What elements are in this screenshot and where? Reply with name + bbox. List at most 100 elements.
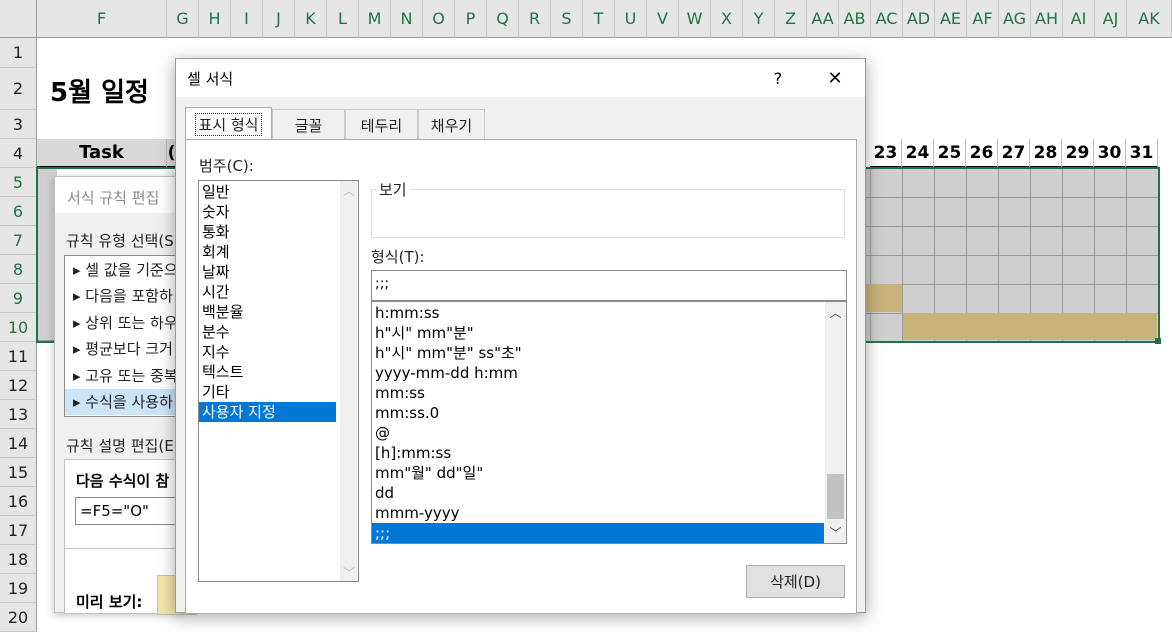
category-item[interactable]: 분수: [199, 322, 336, 342]
scrollbar-thumb[interactable]: [827, 474, 844, 519]
column-header[interactable]: J: [263, 0, 295, 38]
category-item[interactable]: 사용자 지정: [199, 402, 336, 422]
row-header[interactable]: 13: [0, 400, 37, 429]
scroll-up-icon[interactable]: ︿: [340, 181, 358, 199]
category-item[interactable]: 통화: [199, 222, 336, 242]
category-scrollbar[interactable]: ︿ ﹀: [340, 181, 358, 581]
rule-type-item[interactable]: ▸ 셀 값을 기준으: [65, 256, 193, 283]
row-header[interactable]: 14: [0, 429, 37, 458]
category-item[interactable]: 회계: [199, 242, 336, 262]
tab-border[interactable]: 테두리: [345, 109, 418, 140]
row-header[interactable]: 7: [0, 226, 37, 255]
column-header[interactable]: F: [37, 0, 167, 38]
delete-button[interactable]: 삭제(D): [746, 565, 845, 598]
column-header[interactable]: H: [199, 0, 231, 38]
column-header[interactable]: L: [327, 0, 359, 38]
row-header[interactable]: 6: [0, 197, 37, 226]
scroll-down-icon[interactable]: ﹀: [825, 522, 846, 542]
column-header[interactable]: AH: [1031, 0, 1063, 38]
column-header[interactable]: Y: [743, 0, 775, 38]
row-header[interactable]: 17: [0, 516, 37, 545]
format-item[interactable]: h:mm:ss: [372, 303, 824, 323]
column-header[interactable]: AB: [839, 0, 871, 38]
format-item[interactable]: mmm-yyyy: [372, 503, 824, 523]
scroll-up-icon[interactable]: ︿: [825, 302, 846, 322]
row-header[interactable]: 20: [0, 603, 37, 632]
column-header[interactable]: AA: [807, 0, 839, 38]
column-header[interactable]: U: [615, 0, 647, 38]
row-header[interactable]: 9: [0, 284, 37, 313]
column-header[interactable]: P: [455, 0, 487, 38]
row-header[interactable]: 4: [0, 139, 37, 168]
column-header[interactable]: AF: [967, 0, 999, 38]
column-header[interactable]: K: [295, 0, 327, 38]
row-header[interactable]: 2: [0, 68, 37, 110]
dialog-titlebar[interactable]: 셀 서식 ? ✕: [176, 59, 865, 97]
row-header[interactable]: 3: [0, 110, 37, 139]
row-header[interactable]: 18: [0, 545, 37, 574]
type-input[interactable]: ;;;: [371, 270, 847, 301]
category-list[interactable]: 일반 숫자 통화 회계 날짜 시간 백분율 분수 지수 텍스트 기타 사용자 지정 ︿ ﹀: [198, 180, 359, 582]
column-header[interactable]: Z: [775, 0, 807, 38]
category-item[interactable]: 날짜: [199, 262, 336, 282]
format-item[interactable]: h"시" mm"분": [372, 323, 824, 343]
column-header[interactable]: AC: [871, 0, 903, 38]
column-header[interactable]: T: [583, 0, 615, 38]
format-item[interactable]: mm:ss.0: [372, 403, 824, 423]
column-header[interactable]: AE: [935, 0, 967, 38]
row-header[interactable]: 15: [0, 458, 37, 487]
category-item[interactable]: 시간: [199, 282, 336, 302]
column-header[interactable]: G: [167, 0, 199, 38]
rule-type-item[interactable]: ▸ 고유 또는 중복: [65, 362, 193, 389]
column-header[interactable]: AK: [1127, 0, 1172, 38]
format-item[interactable]: @: [372, 423, 824, 443]
row-header[interactable]: 10: [0, 313, 37, 342]
format-scrollbar[interactable]: ︿ ﹀: [825, 302, 846, 543]
row-header[interactable]: 19: [0, 574, 37, 603]
rule-type-item[interactable]: ▸ 수식을 사용하: [65, 388, 193, 415]
help-icon[interactable]: ?: [764, 65, 792, 91]
column-header[interactable]: AJ: [1095, 0, 1127, 38]
category-item[interactable]: 백분율: [199, 302, 336, 322]
column-header[interactable]: M: [359, 0, 391, 38]
category-item[interactable]: 지수: [199, 342, 336, 362]
format-item[interactable]: ;;;: [372, 523, 824, 543]
rule-type-item[interactable]: ▸ 상위 또는 하우: [65, 309, 193, 336]
row-header[interactable]: 8: [0, 255, 37, 284]
column-header[interactable]: AG: [999, 0, 1031, 38]
tab-font[interactable]: 글꼴: [272, 109, 345, 140]
format-item[interactable]: yyyy-mm-dd h:mm: [372, 363, 824, 383]
format-item[interactable]: h"시" mm"분" ss"초": [372, 343, 824, 363]
column-header[interactable]: Q: [487, 0, 519, 38]
rule-type-item[interactable]: ▸ 평균보다 크거: [65, 336, 193, 363]
category-item[interactable]: 일반: [199, 182, 336, 202]
row-header[interactable]: 16: [0, 487, 37, 516]
row-header[interactable]: 1: [0, 38, 37, 68]
category-item[interactable]: 숫자: [199, 202, 336, 222]
column-header[interactable]: V: [647, 0, 679, 38]
column-header[interactable]: I: [231, 0, 263, 38]
close-icon[interactable]: ✕: [818, 65, 852, 91]
select-all-corner[interactable]: [0, 0, 37, 38]
format-item[interactable]: mm"월" dd"일": [372, 463, 824, 483]
row-header[interactable]: 5: [0, 168, 37, 197]
row-header[interactable]: 12: [0, 371, 37, 400]
row-header[interactable]: 11: [0, 342, 37, 371]
rule-type-item[interactable]: ▸ 다음을 포함하: [65, 283, 193, 310]
format-item[interactable]: [h]:mm:ss: [372, 443, 824, 463]
column-header[interactable]: W: [679, 0, 711, 38]
category-item[interactable]: 기타: [199, 382, 336, 402]
tab-number[interactable]: 표시 형식: [185, 107, 272, 140]
column-header[interactable]: AD: [903, 0, 935, 38]
fill-handle[interactable]: [1155, 338, 1161, 344]
format-item[interactable]: mm:ss: [372, 383, 824, 403]
tab-fill[interactable]: 채우기: [418, 109, 485, 140]
column-header[interactable]: S: [551, 0, 583, 38]
format-item[interactable]: dd: [372, 483, 824, 503]
column-header[interactable]: AI: [1063, 0, 1095, 38]
scroll-down-icon[interactable]: ﹀: [340, 563, 358, 581]
category-item[interactable]: 텍스트: [199, 362, 336, 382]
format-list[interactable]: h:mm:ss h"시" mm"분" h"시" mm"분" ss"초" yyyy-mm…: [371, 301, 847, 544]
column-header[interactable]: R: [519, 0, 551, 38]
column-header[interactable]: N: [391, 0, 423, 38]
